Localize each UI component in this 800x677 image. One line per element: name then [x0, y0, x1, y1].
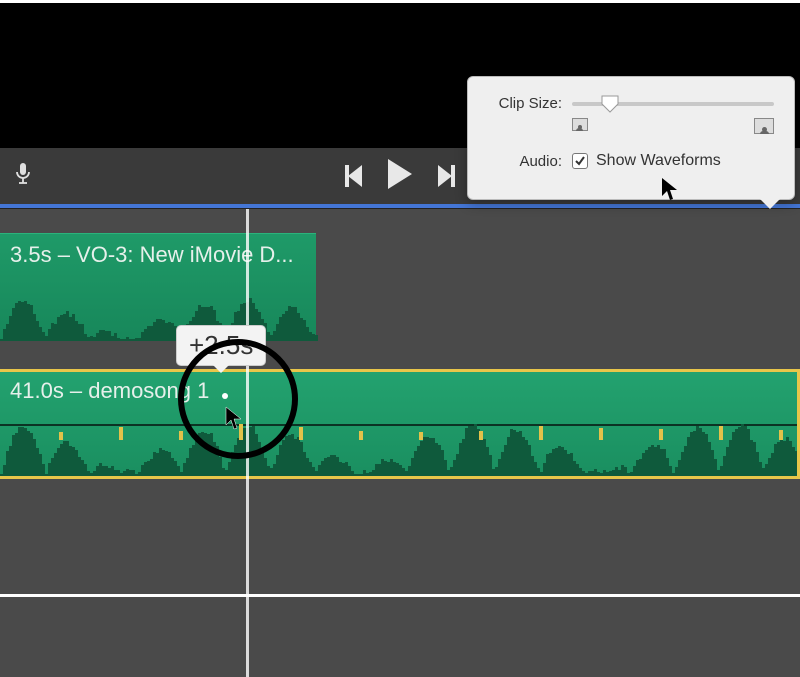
- clip-label: 3.5s – VO-3: New iMovie D...: [0, 234, 316, 276]
- transport-controls: [345, 159, 455, 194]
- next-button[interactable]: [438, 165, 455, 187]
- waveform: // waveform drawn below after data load: [0, 291, 316, 341]
- slider-thumbnail-icons: [572, 118, 774, 134]
- waveform: [0, 420, 797, 476]
- small-thumbnail-icon: [572, 118, 588, 131]
- cursor-icon: [224, 405, 244, 436]
- show-waveforms-label: Show Waveforms: [596, 152, 721, 170]
- large-thumbnail-icon: [754, 118, 774, 134]
- show-waveforms-checkbox[interactable]: [572, 153, 588, 169]
- cursor-icon: [660, 176, 680, 207]
- timeline[interactable]: 3.5s – VO-3: New iMovie D... // waveform…: [0, 204, 800, 597]
- tooltip-text: +2.5s: [189, 330, 253, 360]
- clip-size-slider[interactable]: [572, 102, 774, 106]
- audio-clip-vo3[interactable]: 3.5s – VO-3: New iMovie D... // waveform…: [0, 233, 316, 341]
- voiceover-record-button[interactable]: [14, 161, 32, 192]
- time-offset-tooltip: +2.5s: [176, 325, 266, 366]
- slider-thumb-icon[interactable]: [600, 94, 620, 119]
- timeline-settings-popover: Clip Size: Audio: Show Waveforms: [467, 76, 795, 200]
- audio-clip-demosong[interactable]: 41.0s – demosong 1: [0, 369, 800, 479]
- audio-label: Audio:: [488, 153, 562, 170]
- edit-handle[interactable]: [222, 393, 228, 399]
- clip-label: 41.0s – demosong 1: [0, 372, 797, 410]
- play-button[interactable]: [388, 159, 412, 194]
- previous-button[interactable]: [345, 165, 362, 187]
- clip-size-label: Clip Size:: [488, 95, 562, 112]
- playhead[interactable]: [246, 209, 249, 677]
